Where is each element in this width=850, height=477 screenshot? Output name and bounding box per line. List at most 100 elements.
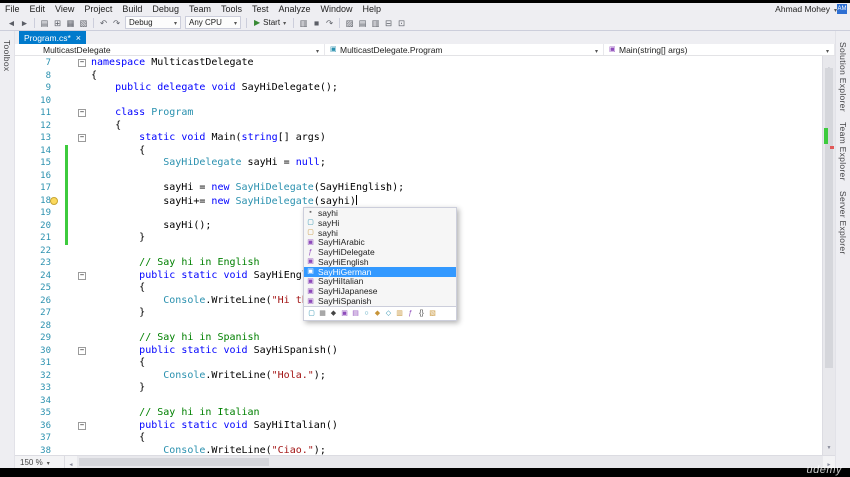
navigate-bookmarks-icon[interactable]: ⊡: [395, 16, 408, 30]
glyph-margin[interactable]: [59, 207, 75, 220]
redo-icon[interactable]: ↷: [110, 16, 123, 30]
filter-interfaces-icon[interactable]: ○: [362, 309, 371, 318]
vertical-scroll-thumb[interactable]: [825, 68, 833, 368]
glyph-margin[interactable]: [59, 157, 75, 170]
nav-forward-icon[interactable]: ►: [18, 16, 31, 30]
filter-properties-icon[interactable]: ◆: [329, 309, 338, 318]
glyph-margin[interactable]: [59, 407, 75, 420]
fold-margin[interactable]: [75, 395, 91, 408]
glyph-margin[interactable]: [59, 357, 75, 370]
fold-margin[interactable]: [75, 132, 91, 145]
comment-out-icon[interactable]: ▤: [356, 16, 369, 30]
completion-item-sayhienglish[interactable]: ▣ SayHiEnglish: [304, 257, 456, 267]
code-line-11[interactable]: 11 class Program: [15, 107, 822, 120]
fold-margin[interactable]: [75, 407, 91, 420]
start-debugging-button[interactable]: ▶ Start: [250, 18, 290, 28]
menu-debug[interactable]: Debug: [147, 3, 184, 15]
code-editor[interactable]: 7namespace MulticastDelegate8{9 public d…: [15, 56, 835, 455]
collapse-icon[interactable]: [78, 134, 86, 142]
glyph-margin[interactable]: [59, 245, 75, 258]
filter-classes-icon[interactable]: ◆: [373, 309, 382, 318]
collapse-icon[interactable]: [78, 271, 86, 280]
fold-margin[interactable]: [75, 107, 91, 120]
glyph-margin[interactable]: [59, 120, 75, 133]
completion-item-sayhigerman[interactable]: ▣ SayHiGerman: [304, 267, 456, 277]
code-line-12[interactable]: 12 {: [15, 120, 822, 133]
completion-item-sayhidelegate[interactable]: ƒ SayHiDelegate: [304, 247, 456, 257]
glyph-margin[interactable]: [50, 194, 75, 207]
debug-target-dropdown[interactable]: Debug: [125, 16, 181, 29]
save-icon[interactable]: ▦: [64, 16, 77, 30]
menu-help[interactable]: Help: [358, 3, 387, 15]
code-line-29[interactable]: 29 // Say hi in Spanish: [15, 332, 822, 345]
completion-item-sayhi[interactable]: ▢ sayhi: [304, 228, 456, 238]
code-line-30[interactable]: 30 public static void SayHiSpanish(): [15, 345, 822, 358]
filter-locals-icon[interactable]: ▢: [307, 309, 316, 318]
code-line-16[interactable]: 16: [15, 169, 822, 183]
fold-margin[interactable]: [75, 345, 91, 358]
restart-icon[interactable]: ↷: [323, 16, 336, 30]
filter-constants-icon[interactable]: ▦: [318, 309, 327, 318]
glyph-margin[interactable]: [59, 144, 75, 157]
menu-analyze[interactable]: Analyze: [274, 3, 316, 15]
fold-margin[interactable]: [75, 282, 91, 295]
close-icon[interactable]: [76, 33, 81, 43]
code-line-34[interactable]: 34: [15, 395, 822, 408]
fold-margin[interactable]: [75, 257, 91, 270]
fold-margin[interactable]: [75, 157, 91, 170]
user-avatar[interactable]: AM: [837, 4, 847, 14]
left-tab-toolbox[interactable]: Toolbox: [2, 35, 12, 76]
fold-margin[interactable]: [75, 445, 91, 456]
glyph-margin[interactable]: [59, 332, 75, 345]
glyph-margin[interactable]: [59, 295, 75, 308]
glyph-margin[interactable]: [59, 107, 75, 120]
glyph-margin[interactable]: [59, 257, 75, 270]
filter-enums-icon[interactable]: ▥: [395, 309, 404, 318]
fold-margin[interactable]: [75, 207, 91, 220]
open-file-icon[interactable]: ⊞: [51, 16, 64, 30]
completion-item-sayhiitalian[interactable]: ▣ SayHiItalian: [304, 276, 456, 286]
fold-margin[interactable]: [75, 82, 91, 95]
signed-in-user[interactable]: Ahmad Mohey: [771, 4, 834, 14]
fold-margin[interactable]: [75, 170, 91, 183]
lightbulb-icon[interactable]: [50, 196, 58, 205]
menu-team[interactable]: Team: [184, 3, 216, 15]
menu-build[interactable]: Build: [117, 3, 147, 15]
platform-dropdown[interactable]: Any CPU: [185, 16, 241, 29]
code-viewport[interactable]: 7namespace MulticastDelegate8{9 public d…: [15, 56, 822, 455]
glyph-margin[interactable]: [59, 270, 75, 283]
fold-margin[interactable]: [75, 232, 91, 245]
fold-margin[interactable]: [75, 245, 91, 258]
fold-margin[interactable]: [75, 195, 91, 208]
glyph-margin[interactable]: [59, 345, 75, 358]
code-line-7[interactable]: 7 namespace MulticastDelegate: [15, 57, 822, 70]
fold-margin[interactable]: [75, 182, 91, 195]
fold-margin[interactable]: [75, 220, 91, 233]
code-line-36[interactable]: 36 public static void SayHiItalian(): [15, 420, 822, 433]
fold-margin[interactable]: [75, 332, 91, 345]
filter-structs-icon[interactable]: ◇: [384, 309, 393, 318]
code-line-32[interactable]: 32 Console.WriteLine("Hola.");: [15, 370, 822, 383]
fold-margin[interactable]: [75, 57, 91, 70]
zoom-control[interactable]: 150 %: [15, 456, 65, 468]
glyph-margin[interactable]: [59, 95, 75, 108]
bookmark-icon[interactable]: ⊟: [382, 16, 395, 30]
vertical-scrollbar[interactable]: [822, 56, 835, 455]
right-tab-team-explorer[interactable]: Team Explorer: [838, 117, 848, 186]
nav-back-icon[interactable]: ◄: [5, 16, 18, 30]
fold-margin[interactable]: [75, 95, 91, 108]
completion-item-sayhi[interactable]: ▪ sayhi: [304, 208, 456, 218]
code-line-18[interactable]: 18 sayHi+= new SayHiDelegate(sayhi): [15, 194, 822, 208]
glyph-margin[interactable]: [59, 320, 75, 333]
menu-view[interactable]: View: [50, 3, 79, 15]
glyph-margin[interactable]: [59, 82, 75, 95]
fold-margin[interactable]: [75, 120, 91, 133]
fold-margin[interactable]: [75, 432, 91, 445]
glyph-margin[interactable]: [59, 420, 75, 433]
glyph-margin[interactable]: [59, 57, 75, 70]
code-line-8[interactable]: 8{: [15, 70, 822, 83]
tab-program-cs[interactable]: Program.cs*: [19, 31, 87, 44]
glyph-margin[interactable]: [59, 219, 75, 232]
glyph-margin[interactable]: [59, 307, 75, 320]
code-line-9[interactable]: 9 public delegate void SayHiDelegate();: [15, 82, 822, 95]
